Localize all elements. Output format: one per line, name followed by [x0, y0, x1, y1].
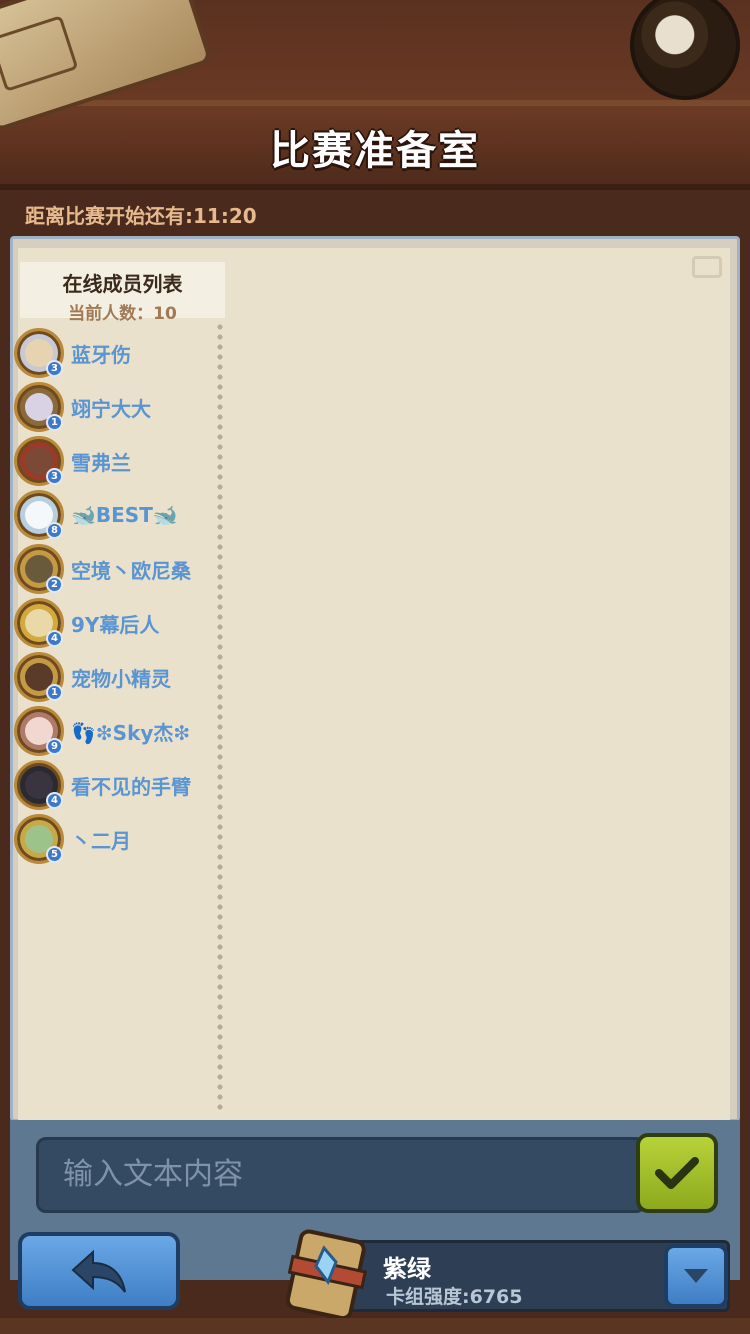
footer-strip — [0, 1318, 750, 1334]
member-name[interactable]: 宠物小精灵 — [71, 663, 171, 692]
checkmark-icon — [655, 1157, 699, 1189]
level-badge: 9 — [46, 738, 63, 755]
avatar[interactable]: 5 — [14, 814, 64, 864]
avatar[interactable]: 4 — [14, 598, 64, 648]
member-row[interactable]: 9 👣❇Sky杰❇ — [14, 704, 214, 758]
send-button[interactable] — [636, 1133, 718, 1213]
member-row[interactable]: 4 看不见的手臂 — [14, 758, 214, 812]
level-badge: 4 — [46, 630, 63, 647]
level-badge: 3 — [46, 468, 63, 485]
level-badge: 4 — [46, 792, 63, 809]
avatar[interactable]: 2 — [14, 544, 64, 594]
level-badge: 5 — [46, 846, 63, 863]
member-row[interactable]: 1 宠物小精灵 — [14, 650, 214, 704]
countdown-timer: 距离比赛开始还有:11:20 — [25, 204, 257, 228]
level-badge: 1 — [46, 414, 63, 431]
chevron-down-icon — [684, 1269, 708, 1283]
member-name[interactable]: 🐋BEST🐋 — [71, 503, 178, 527]
level-badge: 3 — [46, 360, 63, 377]
member-name[interactable]: 丶二月 — [71, 825, 131, 854]
seal-decoration — [630, 0, 740, 100]
deck-name: 紫绿 — [383, 1255, 431, 1283]
member-name[interactable]: 蓝牙伤 — [71, 339, 131, 368]
deck-dropdown-button[interactable] — [664, 1244, 728, 1308]
list-divider — [217, 322, 223, 1112]
avatar[interactable]: 3 — [14, 328, 64, 378]
member-list-title: 在线成员列表 — [62, 272, 183, 296]
member-name[interactable]: 看不见的手臂 — [71, 771, 191, 800]
member-row[interactable]: 5 丶二月 — [14, 812, 214, 866]
avatar[interactable]: 1 — [14, 652, 64, 702]
member-name[interactable]: 雪弗兰 — [71, 447, 131, 476]
member-row[interactable]: 3 蓝牙伤 — [14, 326, 214, 380]
member-row[interactable]: 8 🐋BEST🐋 — [14, 488, 214, 542]
avatar[interactable]: 1 — [14, 382, 64, 432]
member-row[interactable]: 2 空境丶欧尼桑 — [14, 542, 214, 596]
avatar[interactable]: 4 — [14, 760, 64, 810]
member-list-header: 在线成员列表 当前人数：10 — [20, 262, 225, 324]
member-name[interactable]: 翊宁大大 — [71, 393, 151, 422]
deck-book-icon — [285, 1229, 368, 1321]
back-button[interactable] — [18, 1232, 180, 1310]
level-badge: 8 — [46, 522, 63, 539]
member-name[interactable]: 👣❇Sky杰❇ — [71, 717, 190, 746]
level-badge: 2 — [46, 576, 63, 593]
back-arrow-icon — [71, 1249, 126, 1293]
member-row[interactable]: 3 雪弗兰 — [14, 434, 214, 488]
member-name[interactable]: 9Y幕后人 — [71, 609, 159, 638]
deck-power: 卡组强度:6765 — [386, 1286, 523, 1308]
avatar[interactable]: 3 — [14, 436, 64, 486]
header-rail — [0, 100, 750, 106]
scroll-decoration — [0, 0, 213, 133]
avatar[interactable]: 9 — [14, 706, 64, 756]
member-list: 3 蓝牙伤 1 翊宁大大 3 雪弗兰 8 🐋BEST🐋 2 空境丶欧尼桑 4 9Y幕后人 1 宠物小精灵 9… — [14, 326, 214, 866]
header-bar: 比赛准备室 — [0, 0, 750, 190]
member-row[interactable]: 4 9Y幕后人 — [14, 596, 214, 650]
member-name[interactable]: 空境丶欧尼桑 — [71, 555, 191, 584]
member-row[interactable]: 1 翊宁大大 — [14, 380, 214, 434]
paper-corner-icon — [692, 256, 722, 278]
page-title: 比赛准备室 — [270, 128, 480, 174]
avatar[interactable]: 8 — [14, 490, 64, 540]
level-badge: 1 — [46, 684, 63, 701]
chat-input[interactable]: 输入文本内容 — [36, 1137, 646, 1213]
member-count: 当前人数：10 — [68, 304, 177, 324]
